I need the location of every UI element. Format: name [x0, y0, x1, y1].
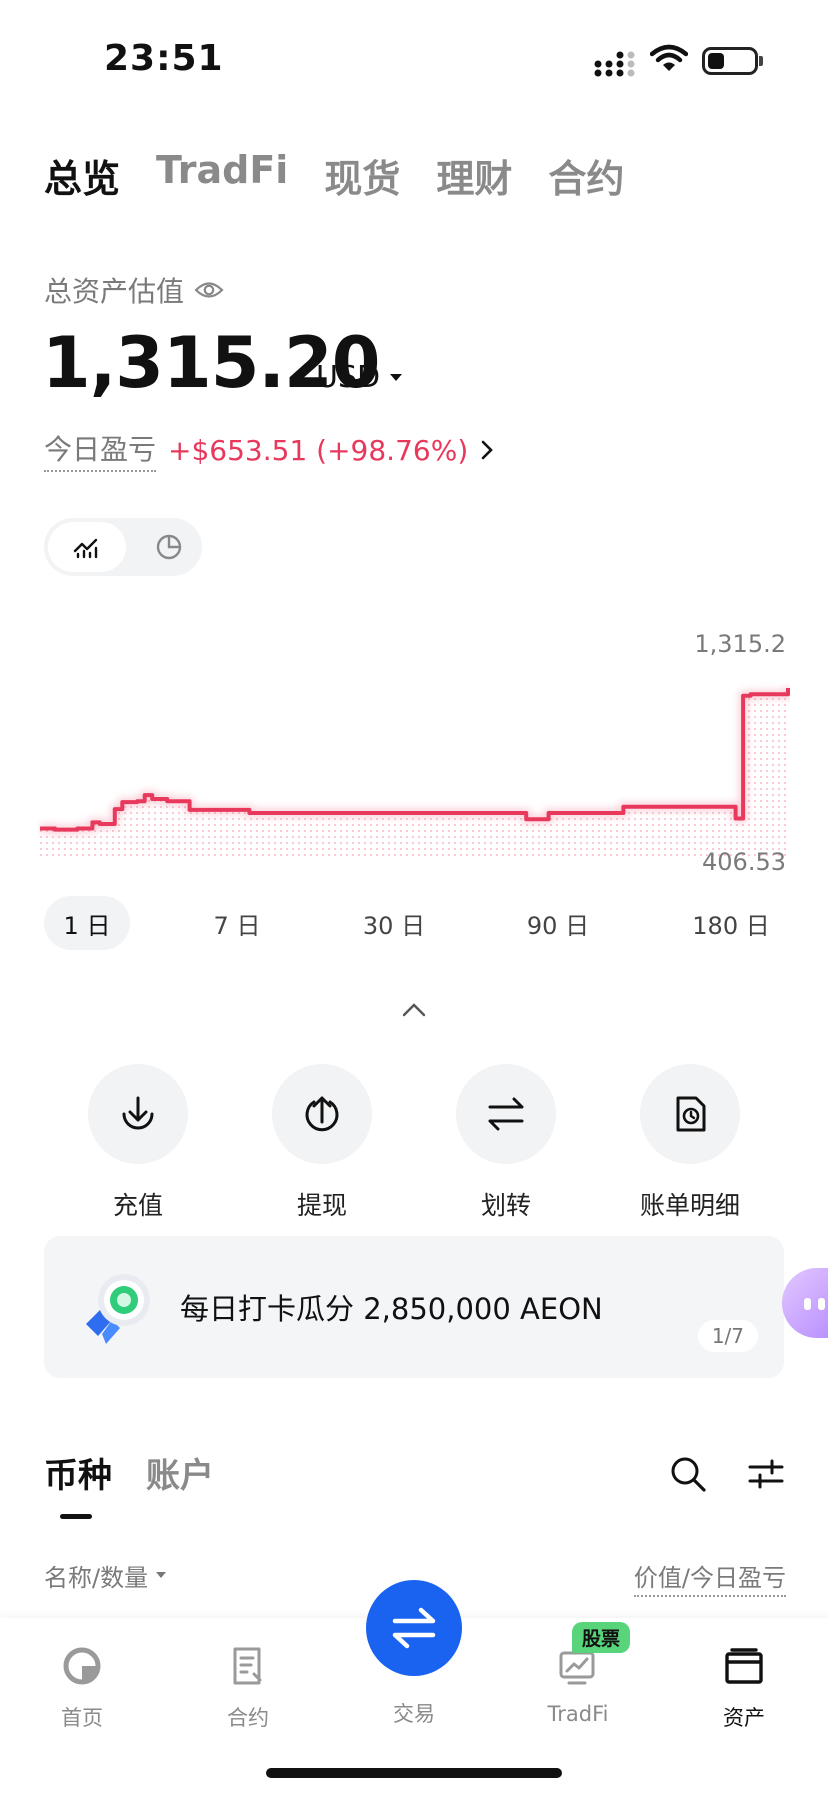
line-chart-icon — [73, 538, 98, 559]
wifi-icon — [650, 44, 688, 71]
signal-icon — [594, 51, 635, 77]
transfer-label: 划转 — [480, 1191, 531, 1220]
chevron-right-icon — [481, 440, 494, 460]
swap-icon — [392, 1607, 436, 1649]
nav-home-label: 首页 — [61, 1706, 103, 1730]
total-assets-text: 总资产估值 — [44, 275, 185, 308]
period-1d[interactable]: 1 日 — [44, 896, 130, 950]
banner-pagination: 1/7 — [697, 1320, 758, 1352]
chart-max-label: 1,315.2 — [694, 630, 786, 658]
transfer-button[interactable]: 划转 — [436, 1064, 576, 1222]
battery-icon — [702, 47, 758, 75]
home-icon — [63, 1647, 101, 1685]
today-pnl-value: +$653.51 (+98.76%) — [168, 433, 469, 467]
period-180d[interactable]: 180 日 — [678, 896, 784, 950]
today-pnl-row[interactable]: 今日盈亏 +$653.51 (+98.76%) — [44, 428, 494, 472]
battery-tip — [759, 56, 763, 66]
col-value-pnl[interactable]: 价值/今日盈亏 — [633, 1558, 786, 1597]
chart-type-toggle — [44, 518, 202, 576]
banner-text: 每日打卡瓜分 2,850,000 AEON — [180, 1292, 603, 1326]
period-selector: 1 日 7 日 30 日 90 日 180 日 — [44, 896, 784, 950]
tab-coins[interactable]: 币种 — [44, 1448, 112, 1497]
assistant-eye-right — [818, 1298, 825, 1310]
period-90d[interactable]: 90 日 — [510, 896, 606, 950]
nav-assets[interactable]: 资产 — [684, 1644, 804, 1732]
nav-assets-label: 资产 — [723, 1706, 765, 1730]
line-chart-toggle[interactable] — [48, 522, 126, 572]
nav-futures-label: 合约 — [227, 1706, 269, 1730]
tab-earn[interactable]: 理财 — [436, 148, 512, 203]
withdraw-label: 提现 — [296, 1191, 347, 1220]
sort-name-quantity[interactable]: 名称/数量 — [44, 1558, 167, 1593]
currency-selector[interactable]: USD — [316, 360, 403, 395]
chart-area — [40, 688, 788, 858]
deposit-label: 充值 — [112, 1191, 163, 1220]
eye-icon[interactable] — [194, 279, 224, 301]
withdraw-icon — [305, 1096, 339, 1132]
medal-icon — [86, 1274, 150, 1344]
tab-tradfi[interactable]: TradFi — [156, 148, 288, 203]
chart-min-label: 406.53 — [702, 848, 786, 876]
pie-chart-icon — [156, 534, 182, 560]
tab-accounts[interactable]: 账户 — [146, 1448, 214, 1497]
tab-futures[interactable]: 合约 — [548, 148, 624, 203]
caret-down-icon — [390, 373, 403, 381]
list-tabs: 币种 账户 — [44, 1448, 214, 1497]
nav-tradfi[interactable]: TradFi — [518, 1644, 638, 1726]
caret-down-icon — [156, 1572, 167, 1578]
currency-label: USD — [316, 360, 381, 395]
tab-overview[interactable]: 总览 — [44, 148, 120, 203]
search-icon[interactable] — [668, 1454, 708, 1494]
stock-badge: 股票 — [572, 1622, 631, 1653]
withdraw-button[interactable]: 提现 — [252, 1064, 392, 1222]
filter-icon[interactable] — [746, 1456, 786, 1492]
deposit-icon — [122, 1096, 154, 1130]
asset-line-chart — [40, 688, 790, 858]
promo-banner[interactable]: 每日打卡瓜分 2,850,000 AEON 1/7 — [44, 1236, 784, 1378]
nav-futures[interactable]: 合约 — [188, 1644, 308, 1732]
nav-trade-label: 交易 — [393, 1702, 435, 1726]
bill-details-button[interactable]: 账单明细 — [620, 1064, 760, 1222]
tab-underline — [60, 1514, 92, 1519]
trade-button[interactable] — [366, 1580, 462, 1676]
wallet-icon — [725, 1648, 763, 1684]
period-7d[interactable]: 7 日 — [194, 896, 280, 950]
bill-icon — [676, 1096, 706, 1132]
today-pnl-label: 今日盈亏 — [44, 428, 157, 472]
status-time: 23:51 — [104, 38, 224, 79]
chevron-up-icon[interactable] — [402, 998, 426, 1022]
period-30d[interactable]: 30 日 — [346, 896, 442, 950]
top-tabs: 总览 TradFi 现货 理财 合约 — [44, 148, 624, 203]
bill-details-label: 账单明细 — [639, 1191, 740, 1220]
nav-home[interactable]: 首页 — [22, 1644, 142, 1732]
col-left-label: 名称/数量 — [44, 1564, 149, 1592]
tab-spot[interactable]: 现货 — [324, 148, 400, 203]
home-indicator — [266, 1768, 562, 1778]
pie-chart-toggle[interactable] — [140, 522, 198, 572]
deposit-button[interactable]: 充值 — [68, 1064, 208, 1222]
transfer-icon — [488, 1097, 524, 1131]
assistant-eye-left — [804, 1298, 811, 1310]
nav-tradfi-label: TradFi — [547, 1702, 609, 1726]
total-assets-label: 总资产估值 — [44, 270, 224, 310]
assistant-bubble[interactable] — [782, 1268, 828, 1338]
contract-icon — [233, 1647, 262, 1685]
